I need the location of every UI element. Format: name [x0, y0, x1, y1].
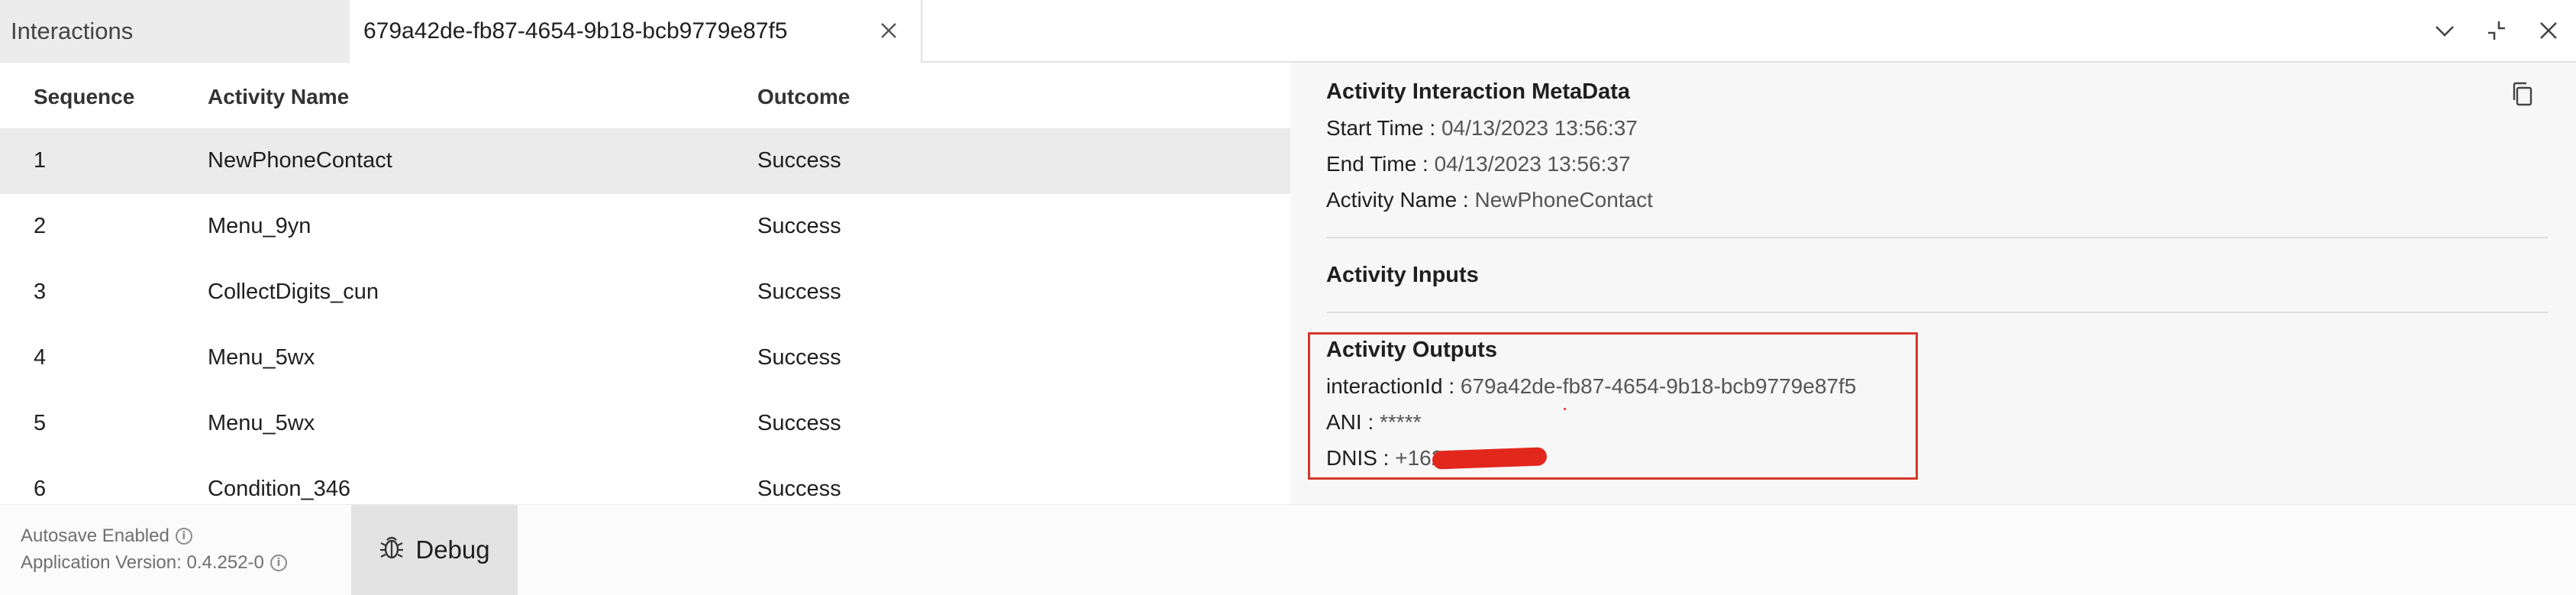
table-header: Sequence Activity Name Outcome	[0, 63, 1290, 128]
cell-sequence: 1	[34, 148, 47, 173]
start-time-value: 04/13/2023 13:56:37	[1441, 116, 1638, 140]
collapse-icon[interactable]	[2481, 15, 2512, 46]
table-row[interactable]: 6 Condition_346 Success	[0, 457, 1290, 504]
cell-outcome: Success	[757, 280, 841, 304]
metadata-title: Activity Interaction MetaData	[1326, 79, 1631, 104]
tab-close-icon[interactable]	[875, 17, 902, 44]
app-version: Application Version: 0.4.252-0 i	[21, 552, 287, 574]
annotation-speck	[1564, 408, 1566, 410]
table-row[interactable]: 1 NewPhoneContact Success	[0, 128, 1290, 194]
cell-sequence: 6	[34, 477, 47, 501]
activity-name-label: Activity Name :	[1326, 188, 1475, 212]
bug-icon	[379, 533, 405, 567]
cell-activity-name: Menu_5wx	[208, 411, 315, 435]
end-time-row: End Time : 04/13/2023 13:56:37	[1326, 152, 1631, 176]
end-time-label: End Time :	[1326, 152, 1435, 176]
cell-sequence: 4	[34, 345, 47, 370]
ani-label: ANI :	[1326, 410, 1380, 434]
activity-name-value: NewPhoneContact	[1474, 188, 1653, 212]
interaction-id-label: interactionId :	[1326, 374, 1461, 398]
debug-button[interactable]: Debug	[351, 505, 518, 595]
copy-icon[interactable]	[2507, 79, 2538, 110]
autosave-status: Autosave Enabled i	[21, 525, 192, 547]
cell-activity-name: Condition_346	[208, 477, 351, 501]
interaction-id-value: 679a42de-fb87-4654-9b18-bcb9779e87f5	[1460, 374, 1857, 398]
cell-activity-name: Menu_5wx	[208, 345, 315, 370]
header-outcome[interactable]: Outcome	[757, 85, 850, 109]
cell-sequence: 5	[34, 411, 47, 435]
cell-outcome: Success	[757, 477, 841, 501]
ani-value: *****	[1380, 410, 1422, 434]
cell-activity-name: Menu_9yn	[208, 214, 312, 238]
table-row[interactable]: 3 CollectDigits_cun Success	[0, 260, 1290, 325]
activity-table: Sequence Activity Name Outcome 1 NewPhon…	[0, 63, 1290, 504]
start-time-label: Start Time :	[1326, 116, 1441, 140]
end-time-value: 04/13/2023 13:56:37	[1434, 152, 1631, 176]
tab-interactions-label: Interactions	[11, 18, 134, 44]
cell-activity-name: NewPhoneContact	[208, 148, 392, 173]
interaction-id-row: interactionId : 679a42de-fb87-4654-9b18-…	[1326, 374, 1856, 399]
cell-sequence: 3	[34, 280, 47, 304]
dnis-label: DNIS :	[1326, 446, 1396, 470]
cell-outcome: Success	[757, 148, 841, 173]
divider	[1326, 237, 2548, 238]
outputs-title: Activity Outputs	[1326, 338, 1497, 362]
table-row[interactable]: 2 Menu_9yn Success	[0, 194, 1290, 260]
tab-interactions[interactable]: Interactions	[0, 0, 350, 63]
activity-name-row: Activity Name : NewPhoneContact	[1326, 188, 1653, 212]
table-row[interactable]: 4 Menu_5wx Success	[0, 325, 1290, 391]
cell-outcome: Success	[757, 345, 841, 370]
close-icon[interactable]	[2533, 15, 2564, 46]
header-sequence[interactable]: Sequence	[34, 85, 134, 109]
header-activity-name[interactable]: Activity Name	[208, 85, 349, 109]
cell-outcome: Success	[757, 214, 841, 238]
info-icon[interactable]: i	[270, 555, 287, 571]
autosave-label: Autosave Enabled	[21, 525, 169, 546]
inputs-title: Activity Inputs	[1326, 263, 1479, 287]
start-time-row: Start Time : 04/13/2023 13:56:37	[1326, 116, 1638, 141]
app-version-label: Application Version: 0.4.252-0	[21, 552, 264, 573]
info-icon[interactable]: i	[175, 528, 192, 545]
table-row[interactable]: 5 Menu_5wx Success	[0, 391, 1290, 457]
cell-activity-name: CollectDigits_cun	[208, 280, 379, 304]
debug-label: Debug	[415, 535, 490, 564]
activity-detail-panel: Activity Interaction MetaData Start Time…	[1290, 63, 2576, 504]
window-controls	[2429, 15, 2564, 46]
tab-interaction-detail-label: 679a42de-fb87-4654-9b18-bcb9779e87f5	[363, 18, 788, 44]
chevron-down-icon[interactable]	[2429, 15, 2460, 46]
tab-bar: Interactions 679a42de-fb87-4654-9b18-bcb…	[0, 0, 2576, 63]
tab-interaction-detail[interactable]: 679a42de-fb87-4654-9b18-bcb9779e87f5	[350, 0, 922, 63]
cell-sequence: 2	[34, 214, 47, 238]
divider	[1326, 312, 2548, 313]
footer-bar: Autosave Enabled i Application Version: …	[0, 504, 2576, 595]
ani-row: ANI : *****	[1326, 410, 1422, 435]
cell-outcome: Success	[757, 411, 841, 435]
